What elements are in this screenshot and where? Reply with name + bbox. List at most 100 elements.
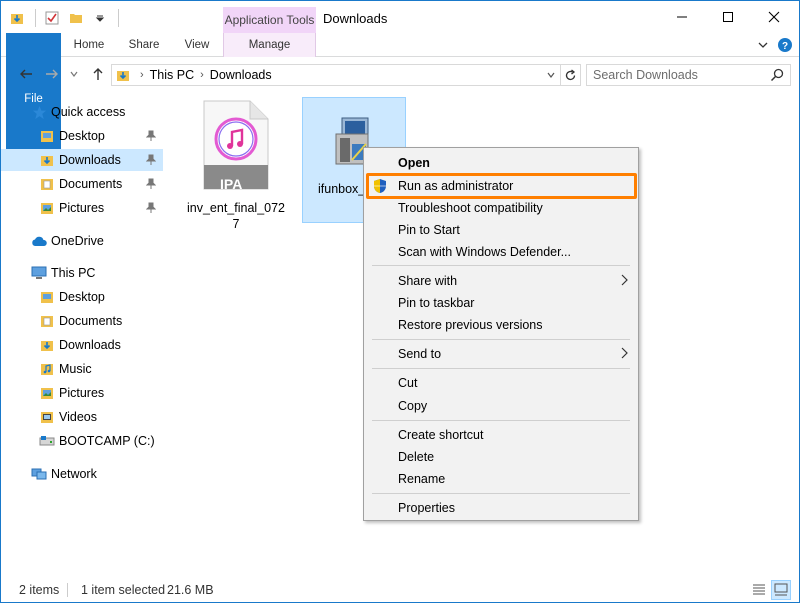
menu-open[interactable]: Open (364, 152, 638, 174)
application-tools-title: Application Tools (223, 7, 316, 33)
menu-separator (372, 420, 630, 421)
menu-create-shortcut[interactable]: Create shortcut (364, 424, 638, 446)
svg-text:?: ? (782, 41, 788, 52)
status-divider (67, 583, 68, 597)
properties-check-icon[interactable] (44, 10, 60, 26)
menu-delete[interactable]: Delete (364, 446, 638, 468)
run-as-admin-highlight (366, 173, 637, 199)
menu-separator (372, 339, 630, 340)
pin-icon[interactable] (145, 129, 157, 143)
menu-scan-windows-defender[interactable]: Scan with Windows Defender... (364, 241, 638, 263)
file-name: inv_ent_final_0727 (187, 201, 285, 231)
address-row: › This PC › Downloads Search Downloads (1, 61, 799, 89)
nav-qa-desktop[interactable]: Desktop (1, 125, 163, 147)
breadcrumb-this-pc[interactable]: This PC (150, 68, 194, 82)
address-bar[interactable]: › This PC › Downloads (111, 64, 561, 86)
status-bar: 2 items 1 item selected 21.6 MB (1, 577, 799, 602)
customize-dropdown-icon[interactable] (92, 10, 108, 26)
menu-rename[interactable]: Rename (364, 468, 638, 490)
menu-properties[interactable]: Properties (364, 497, 638, 519)
pictures-folder-icon (39, 200, 55, 216)
tab-share[interactable]: Share (121, 33, 167, 57)
nav-pc-pictures[interactable]: Pictures (1, 382, 163, 404)
menu-separator (372, 368, 630, 369)
nav-pc-documents[interactable]: Documents (1, 310, 163, 332)
recent-locations-icon[interactable] (65, 65, 83, 83)
file-item-ipa[interactable]: IPA inv_ent_final_0727 (184, 99, 288, 231)
menu-separator (372, 265, 630, 266)
details-view-icon[interactable] (749, 580, 769, 600)
search-placeholder: Search Downloads (593, 68, 698, 82)
maximize-button[interactable] (705, 1, 751, 33)
explorer-window: Application Tools Downloads File Home Sh… (0, 0, 800, 603)
cloud-icon (31, 233, 47, 249)
search-icon[interactable] (770, 68, 784, 85)
tab-manage[interactable]: Manage (223, 33, 316, 57)
menu-pin-to-start[interactable]: Pin to Start (364, 219, 638, 241)
menu-send-to[interactable]: Send to (364, 343, 638, 365)
nav-pc-bootcamp-drive[interactable]: BOOTCAMP (C:) (1, 430, 163, 452)
folder-down-icon[interactable] (9, 10, 25, 26)
breadcrumb-downloads[interactable]: Downloads (210, 68, 272, 82)
ipa-badge: IPA (220, 176, 243, 192)
search-input[interactable]: Search Downloads (586, 64, 791, 86)
tab-view[interactable]: View (175, 33, 219, 57)
tab-home[interactable]: Home (67, 33, 111, 57)
refresh-button[interactable] (561, 64, 581, 86)
submenu-chevron-icon (620, 347, 628, 362)
downloads-folder-icon (116, 68, 130, 82)
computer-icon (31, 265, 47, 281)
selection-size: 21.6 MB (167, 582, 214, 597)
up-arrow-icon[interactable] (89, 65, 107, 83)
star-icon (31, 104, 47, 120)
nav-qa-pictures[interactable]: Pictures (1, 197, 163, 219)
downloads-folder-icon (39, 152, 55, 168)
large-icons-view-icon[interactable] (771, 580, 791, 600)
navigation-pane: Quick access Desktop Downloads Documents… (1, 97, 164, 567)
new-folder-icon[interactable] (68, 10, 84, 26)
pin-icon[interactable] (145, 201, 157, 215)
menu-pin-to-taskbar[interactable]: Pin to taskbar (364, 292, 638, 314)
nav-onedrive[interactable]: OneDrive (1, 230, 163, 252)
nav-this-pc[interactable]: This PC (1, 262, 163, 284)
documents-folder-icon (39, 176, 55, 192)
pin-icon[interactable] (145, 177, 157, 191)
toolbar-divider (118, 9, 119, 27)
pin-icon[interactable] (145, 153, 157, 167)
pictures-folder-icon (39, 385, 55, 401)
submenu-chevron-icon (620, 274, 628, 289)
downloads-folder-icon (39, 337, 55, 353)
nav-qa-downloads[interactable]: Downloads (1, 149, 163, 171)
breadcrumb-chevron-icon: › (200, 69, 204, 81)
nav-pc-desktop[interactable]: Desktop (1, 286, 163, 308)
forward-arrow-icon[interactable] (43, 65, 61, 83)
close-button[interactable] (751, 1, 797, 33)
nav-pc-downloads[interactable]: Downloads (1, 334, 163, 356)
menu-cut[interactable]: Cut (364, 372, 638, 394)
desktop-folder-icon (39, 289, 55, 305)
videos-folder-icon (39, 409, 55, 425)
drive-icon (39, 433, 55, 449)
menu-troubleshoot-compatibility[interactable]: Troubleshoot compatibility (364, 197, 638, 219)
quick-access-toolbar (9, 9, 119, 27)
nav-pc-videos[interactable]: Videos (1, 406, 163, 428)
nav-network[interactable]: Network (1, 463, 163, 485)
nav-quick-access[interactable]: Quick access (1, 101, 163, 123)
menu-copy[interactable]: Copy (364, 395, 638, 417)
title-bar: Application Tools Downloads (1, 1, 799, 33)
desktop-folder-icon (39, 128, 55, 144)
menu-restore-previous-versions[interactable]: Restore previous versions (364, 314, 638, 336)
nav-pc-music[interactable]: Music (1, 358, 163, 380)
menu-share-with[interactable]: Share with (364, 270, 638, 292)
back-arrow-icon[interactable] (17, 65, 35, 83)
nav-qa-documents[interactable]: Documents (1, 173, 163, 195)
help-icon[interactable]: ? (777, 37, 793, 53)
expand-ribbon-icon[interactable] (755, 37, 771, 53)
ribbon-tabs: File Home Share View Manage ? (1, 33, 799, 165)
context-menu: Open Run as administrator Troubleshoot c… (363, 147, 639, 521)
item-count: 2 items (19, 582, 60, 597)
music-folder-icon (39, 361, 55, 377)
address-dropdown-icon[interactable] (546, 69, 556, 83)
minimize-button[interactable] (659, 1, 705, 33)
toolbar-divider (35, 9, 36, 27)
